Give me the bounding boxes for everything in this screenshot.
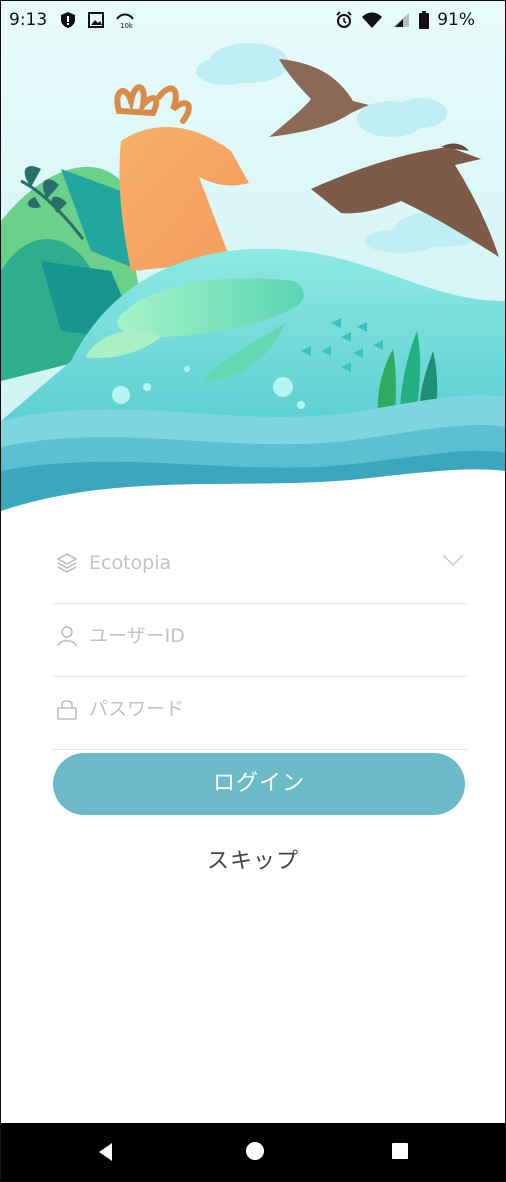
battery-percent: 91% — [437, 10, 475, 30]
login-form: Ecotopia ユーザーID パスワード — [53, 531, 467, 750]
alarm-icon — [336, 11, 352, 28]
user-id-field[interactable]: ユーザーID — [53, 604, 467, 677]
password-placeholder: パスワード — [89, 698, 185, 720]
user-id-placeholder: ユーザーID — [89, 625, 185, 647]
data-speed-icon: 10k — [116, 13, 134, 29]
status-time: 9:13 — [9, 10, 48, 30]
back-icon[interactable] — [99, 1143, 112, 1161]
layers-icon — [56, 553, 78, 573]
login-button[interactable]: ログイン — [53, 753, 465, 815]
wifi-icon — [362, 12, 383, 28]
hero-illustration — [1, 1, 505, 521]
user-icon — [57, 626, 77, 647]
signal-icon — [393, 13, 410, 27]
chevron-down-icon[interactable] — [441, 553, 465, 567]
image-icon — [88, 12, 104, 28]
app-screen: 9:13 10k 91% Ecotopia ユーザーID パスワード ログイン … — [0, 0, 506, 1182]
status-bar: 9:13 10k 91% — [1, 1, 505, 39]
shield-icon — [61, 12, 75, 28]
status-right: 91% — [335, 10, 475, 30]
svg-text:10k: 10k — [120, 22, 134, 29]
navigation-bar — [1, 1123, 505, 1181]
status-left-icons: 10k — [59, 11, 135, 29]
home-icon[interactable] — [246, 1142, 264, 1160]
battery-icon — [419, 11, 430, 29]
password-field[interactable]: パスワード — [53, 677, 467, 750]
server-select[interactable]: Ecotopia — [53, 531, 467, 604]
skip-button[interactable]: スキップ — [1, 843, 505, 875]
lock-icon — [57, 700, 77, 720]
server-select-value: Ecotopia — [89, 552, 172, 574]
recents-icon[interactable] — [392, 1143, 408, 1159]
